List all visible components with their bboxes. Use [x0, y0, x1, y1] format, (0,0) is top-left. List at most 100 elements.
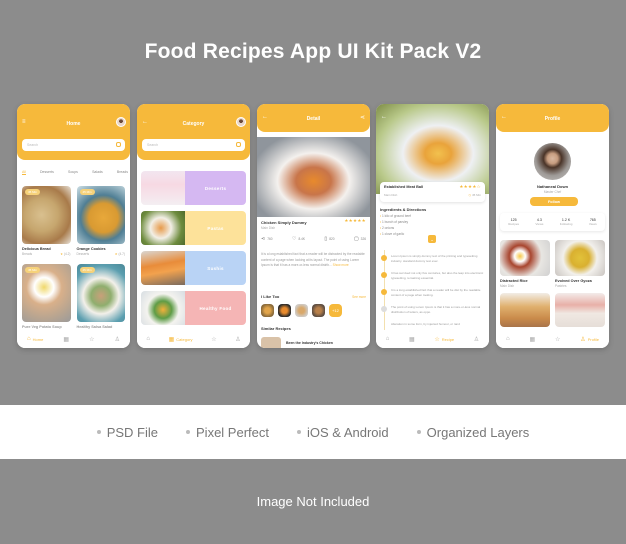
- dish-image: [376, 104, 489, 194]
- category-healthy-food[interactable]: Healthy Food: [141, 291, 246, 325]
- similar-title: Similar Recipes: [261, 326, 291, 331]
- search-placeholder: Search: [147, 143, 159, 147]
- cook-time-value: 45 Min: [471, 193, 481, 197]
- like-stat[interactable]: ♡ 8.4K: [292, 236, 305, 242]
- grid-icon: ▦: [168, 336, 175, 343]
- nav-profile[interactable]: ♙ Profile: [580, 336, 599, 343]
- step-dot: [381, 289, 387, 295]
- category-image: [141, 291, 186, 325]
- home-icon[interactable]: ⌂: [506, 336, 510, 342]
- grid-icon[interactable]: ▦: [63, 336, 69, 343]
- star-icon[interactable]: ☆: [211, 336, 216, 343]
- more-thumbs-button[interactable]: +12: [329, 304, 342, 317]
- tab-all[interactable]: All: [22, 170, 26, 175]
- category-pastas[interactable]: Pastas: [141, 211, 246, 245]
- share-stat[interactable]: ⋖ 760: [261, 236, 273, 242]
- step-text: It has survived not only five centuries,…: [391, 271, 484, 280]
- ingredients-title: Ingredients & Directions: [380, 207, 427, 212]
- category-image: [141, 171, 186, 205]
- show-more-link[interactable]: Show more: [333, 263, 349, 267]
- recipe-category: Pastries: [555, 284, 567, 288]
- stat-recipes: 125 Recipes: [508, 218, 519, 226]
- tab-soups[interactable]: Soups: [68, 170, 78, 175]
- feature-item: PSD File: [96, 425, 158, 440]
- user-icon[interactable]: ♙: [474, 336, 479, 343]
- tab-breads[interactable]: Breads: [117, 170, 128, 175]
- comment-stat[interactable]: ▢ 326: [354, 236, 366, 242]
- feature-label: Organized Layers: [426, 424, 530, 440]
- expand-chevron-icon[interactable]: ⌄: [428, 235, 436, 243]
- tab-desserts[interactable]: Desserts: [40, 170, 54, 175]
- category-image: [141, 211, 186, 245]
- direction-step: It is a long established fact that a rea…: [381, 288, 485, 298]
- avatar[interactable]: [236, 117, 246, 127]
- recipe-card[interactable]: 45 Min Pure Veg Potato Soup: [22, 264, 71, 329]
- nav-recipe[interactable]: ☆ Recipe: [434, 336, 454, 343]
- recipe-card[interactable]: Evolved Over Gyoza Pastries: [555, 240, 605, 288]
- detail-title: Detail: [306, 116, 321, 122]
- nav-recipe-label: Recipe: [441, 336, 455, 342]
- thumb[interactable]: [312, 304, 325, 317]
- recipe-name: Delicious Bread: [22, 247, 51, 251]
- grid-icon[interactable]: ▦: [529, 336, 535, 343]
- time-badge: 45 Min: [25, 189, 41, 195]
- thumb[interactable]: [261, 304, 274, 317]
- search-input[interactable]: Search: [142, 139, 245, 151]
- recipe-name: Established Meat Ball: [384, 185, 424, 189]
- similar-item-name[interactable]: Been the Industry's Chicken: [286, 341, 333, 345]
- category-desserts[interactable]: Desserts: [141, 171, 246, 205]
- feature-item: iOS & Android: [297, 425, 389, 440]
- similar-thumb[interactable]: [261, 337, 281, 348]
- recipe-image: [500, 293, 550, 327]
- recipe-card[interactable]: 45 Min Delicious Bread Breads (4.2): [22, 186, 71, 256]
- home-icon[interactable]: ⌂: [386, 336, 390, 342]
- bottom-nav: ⌂ ▦ ☆ ♙ Profile: [496, 330, 609, 348]
- user-icon[interactable]: ♙: [235, 336, 240, 343]
- star-icon[interactable]: ☆: [555, 336, 560, 343]
- step-text: The point of using Lorem Ipsum is that i…: [391, 305, 481, 314]
- feature-item: Pixel Perfect: [186, 425, 269, 440]
- search-icon[interactable]: [236, 142, 241, 147]
- recipe-card[interactable]: [500, 293, 550, 327]
- see-more-link[interactable]: See more: [352, 295, 366, 299]
- category-screen: ← Category Search Desserts Pastas Sushis…: [137, 104, 250, 348]
- like-too-thumbs: +12: [261, 304, 342, 317]
- stat-following: 1.2 K Following: [560, 218, 573, 226]
- follow-button[interactable]: Follow: [530, 197, 578, 206]
- like-too-title: I Like Too: [261, 294, 280, 299]
- step-text: Lorem Ipsum is simply dummy text of the …: [391, 254, 478, 263]
- thumb[interactable]: [295, 304, 308, 317]
- recipe-card[interactable]: [555, 293, 605, 327]
- user-icon[interactable]: ♙: [115, 336, 120, 343]
- share-icon[interactable]: ⋖: [360, 114, 365, 121]
- avatar[interactable]: [116, 117, 126, 127]
- bookmark-stat[interactable]: ▯ 820: [324, 236, 334, 242]
- recipe-card[interactable]: 45 Min Orange Cookies Desserts (4.7): [76, 186, 125, 256]
- direction-step: Alteration in some form, by injected hum…: [381, 322, 485, 327]
- recipe-name: Distracted Rice: [500, 279, 528, 283]
- search-input[interactable]: Search: [22, 139, 125, 151]
- recipe-card[interactable]: Distracted Rice Main Dish: [500, 240, 550, 288]
- search-icon[interactable]: [116, 142, 121, 147]
- recipe-card[interactable]: 45 Min Healthy Salsa Salad: [76, 264, 125, 329]
- clock-icon: ◷: [468, 193, 472, 197]
- nav-home[interactable]: ⌂ Home: [27, 336, 43, 342]
- recipe-image: 45 Min: [22, 264, 71, 322]
- home-icon[interactable]: ⌂: [146, 336, 150, 342]
- category-sushis[interactable]: Sushis: [141, 251, 246, 285]
- dish-category: Main Dish: [261, 226, 276, 230]
- recipe-info-card: Established Meat Ball Main Dish ★★★★☆ ◷ …: [380, 182, 485, 202]
- time-badge: 45 Min: [79, 267, 95, 273]
- recipe-category: Breads: [22, 252, 33, 256]
- nav-category[interactable]: ▦ Category: [169, 336, 193, 343]
- share-count: 760: [267, 237, 273, 241]
- home-icon: ⌂: [27, 336, 31, 342]
- ingredient-item: 1 bunch of parsley: [380, 220, 408, 224]
- back-arrow-icon[interactable]: ←: [381, 114, 387, 120]
- recipe-image: 45 Min: [76, 186, 125, 244]
- star-icon[interactable]: ☆: [89, 336, 94, 343]
- tab-salads[interactable]: Salads: [92, 170, 103, 175]
- profile-recipe-grid: Distracted Rice Main Dish Evolved Over G…: [500, 240, 605, 288]
- grid-icon[interactable]: ▦: [409, 336, 415, 343]
- thumb[interactable]: [278, 304, 291, 317]
